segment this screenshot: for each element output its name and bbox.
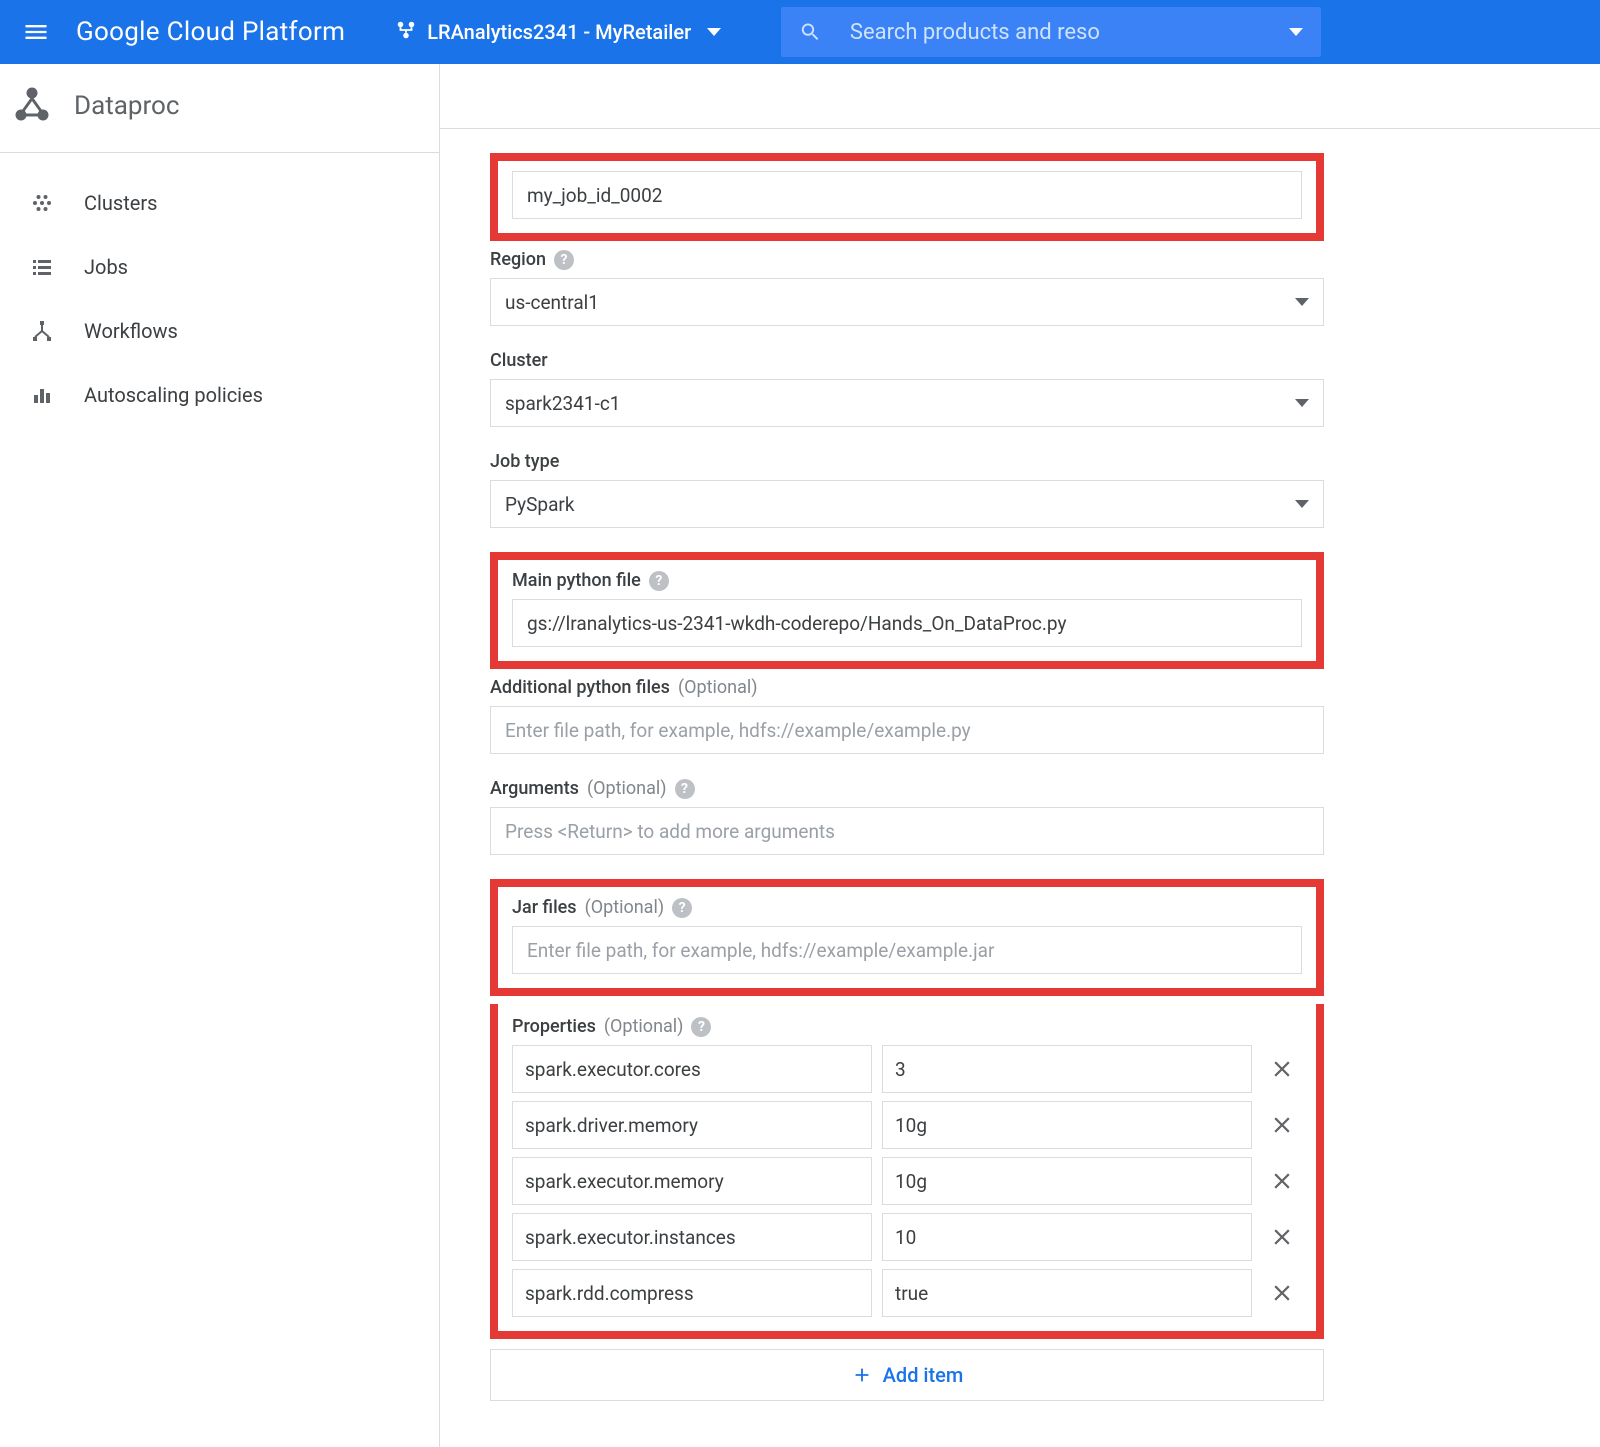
property-key-input[interactable] <box>512 1101 872 1149</box>
plus-icon <box>851 1364 873 1386</box>
highlight-job-id <box>490 153 1324 241</box>
job-type-value: PySpark <box>505 493 574 516</box>
main-python-input[interactable] <box>512 599 1302 647</box>
main-content: Submit a job Region ? us-central1 <box>440 128 1600 1447</box>
region-label: Region <box>490 249 546 270</box>
property-key-input[interactable] <box>512 1213 872 1261</box>
cluster-select[interactable]: spark2341-c1 <box>490 379 1324 427</box>
search-input[interactable] <box>850 20 1289 45</box>
chevron-down-icon <box>1295 399 1309 407</box>
sidebar-item-label: Workflows <box>84 319 178 343</box>
close-icon <box>1269 1280 1295 1306</box>
highlight-main-python: Main python file ? <box>490 552 1324 669</box>
remove-property-button[interactable] <box>1262 1049 1302 1089</box>
addl-python-input[interactable] <box>490 706 1324 754</box>
property-row <box>512 1157 1302 1205</box>
remove-property-button[interactable] <box>1262 1105 1302 1145</box>
list-icon <box>30 255 54 279</box>
remove-property-button[interactable] <box>1262 1217 1302 1257</box>
sidebar-item-label: Jobs <box>84 255 128 279</box>
chevron-down-icon[interactable] <box>1289 28 1303 36</box>
property-value-input[interactable] <box>882 1045 1252 1093</box>
sidebar-item-autoscaling[interactable]: Autoscaling policies <box>0 363 439 427</box>
job-id-input[interactable] <box>512 171 1302 219</box>
search-icon <box>799 19 822 45</box>
chevron-down-icon <box>1295 298 1309 306</box>
sidebar-item-label: Autoscaling policies <box>84 383 263 407</box>
optional-label: (Optional) <box>604 1016 684 1037</box>
highlight-properties: Properties (Optional) ? <box>490 1004 1324 1339</box>
optional-label: (Optional) <box>587 778 667 799</box>
add-item-button[interactable]: Add item <box>490 1349 1324 1401</box>
property-value-input[interactable] <box>882 1101 1252 1149</box>
chevron-down-icon <box>1295 500 1309 508</box>
property-row <box>512 1045 1302 1093</box>
properties-label: Properties <box>512 1016 596 1037</box>
job-type-label: Job type <box>490 451 559 472</box>
jar-files-label: Jar files <box>512 897 577 918</box>
property-row <box>512 1269 1302 1317</box>
main-python-label: Main python file <box>512 570 641 591</box>
help-icon[interactable]: ? <box>672 898 692 918</box>
sidebar-item-label: Clusters <box>84 191 157 215</box>
jar-files-input[interactable] <box>512 926 1302 974</box>
top-bar: Google Cloud Platform LRAnalytics2341 - … <box>0 0 1600 64</box>
dataproc-icon <box>10 82 54 130</box>
workflows-icon <box>30 319 54 343</box>
service-header: Dataproc <box>0 64 439 153</box>
bar-chart-icon <box>30 383 54 407</box>
highlight-jar-files: Jar files (Optional) ? <box>490 879 1324 996</box>
page-header: Submit a job <box>440 128 1600 139</box>
sidebar-item-jobs[interactable]: Jobs <box>0 235 439 299</box>
sidebar-nav: Clusters Jobs Workflows Autoscaling poli… <box>0 153 439 427</box>
job-type-select[interactable]: PySpark <box>490 480 1324 528</box>
add-item-label: Add item <box>883 1363 964 1387</box>
region-select[interactable]: us-central1 <box>490 278 1324 326</box>
chevron-down-icon <box>707 28 721 36</box>
close-icon <box>1269 1112 1295 1138</box>
project-picker[interactable]: LRAnalytics2341 - MyRetailer <box>395 19 721 46</box>
hamburger-menu-icon[interactable] <box>16 12 56 52</box>
close-icon <box>1269 1224 1295 1250</box>
cluster-value: spark2341-c1 <box>505 392 620 415</box>
property-key-input[interactable] <box>512 1157 872 1205</box>
optional-label: (Optional) <box>585 897 665 918</box>
sidebar-item-workflows[interactable]: Workflows <box>0 299 439 363</box>
brand-label: Google Cloud Platform <box>76 17 345 47</box>
help-icon[interactable]: ? <box>675 779 695 799</box>
arguments-input[interactable] <box>490 807 1324 855</box>
project-icon <box>395 19 417 46</box>
property-value-input[interactable] <box>882 1269 1252 1317</box>
arguments-label: Arguments <box>490 778 579 799</box>
property-key-input[interactable] <box>512 1269 872 1317</box>
property-value-input[interactable] <box>882 1213 1252 1261</box>
addl-python-label: Additional python files <box>490 677 670 698</box>
property-row <box>512 1213 1302 1261</box>
service-name: Dataproc <box>74 91 179 121</box>
search-box[interactable] <box>781 7 1321 57</box>
property-value-input[interactable] <box>882 1157 1252 1205</box>
close-icon <box>1269 1168 1295 1194</box>
help-icon[interactable]: ? <box>691 1017 711 1037</box>
region-value: us-central1 <box>505 291 599 314</box>
sidebar: Dataproc Clusters Jobs Workflows Autosca… <box>0 64 440 1447</box>
cluster-label: Cluster <box>490 350 548 371</box>
properties-table <box>512 1045 1302 1317</box>
property-row <box>512 1101 1302 1149</box>
clusters-icon <box>30 191 54 215</box>
sidebar-item-clusters[interactable]: Clusters <box>0 171 439 235</box>
remove-property-button[interactable] <box>1262 1161 1302 1201</box>
property-key-input[interactable] <box>512 1045 872 1093</box>
remove-property-button[interactable] <box>1262 1273 1302 1313</box>
help-icon[interactable]: ? <box>649 571 669 591</box>
close-icon <box>1269 1056 1295 1082</box>
help-icon[interactable]: ? <box>554 250 574 270</box>
optional-label: (Optional) <box>678 677 758 698</box>
project-name: LRAnalytics2341 - MyRetailer <box>427 20 691 44</box>
